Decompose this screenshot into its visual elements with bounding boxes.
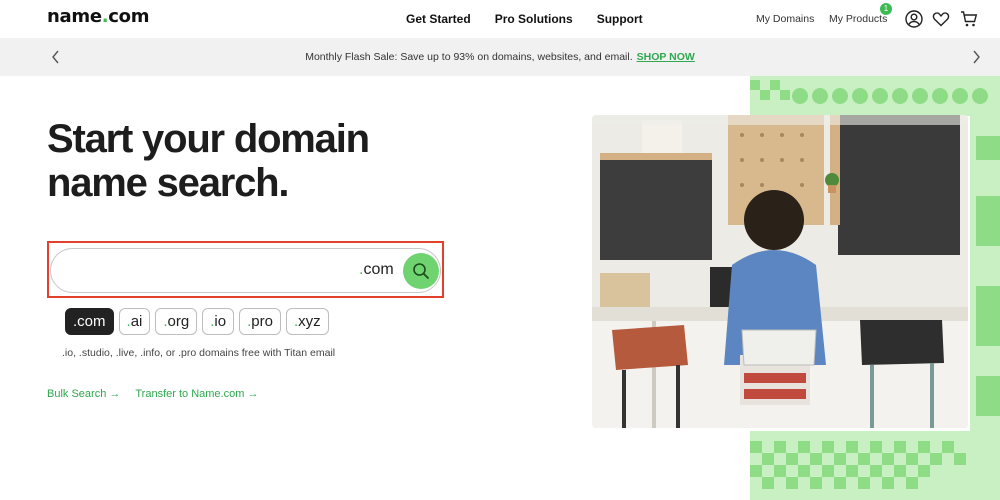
title-line-1: Start your domain — [47, 117, 370, 161]
page-title: Start your domain name search. — [47, 117, 370, 205]
top-header: name.com Get Started Pro Solutions Suppo… — [0, 0, 1000, 38]
bulk-search-link[interactable]: Bulk Search → — [47, 388, 120, 400]
tld-name: ai — [130, 313, 143, 330]
titan-email-note: .io, .studio, .live, .info, or .pro doma… — [62, 347, 336, 359]
tld-name: io — [214, 313, 227, 330]
secondary-links: Bulk Search → Transfer to Name.com → — [47, 388, 258, 400]
transfer-link[interactable]: Transfer to Name.com → — [135, 388, 258, 400]
page: name.com Get Started Pro Solutions Suppo… — [0, 0, 1000, 500]
search-button[interactable] — [403, 253, 439, 289]
tld-chip-com[interactable]: .com — [65, 308, 114, 335]
tld-name: pro — [251, 313, 273, 330]
workspace-photo — [592, 115, 968, 428]
tld-name: com — [77, 313, 106, 330]
tld-chip-ai[interactable]: .ai — [118, 308, 151, 335]
domain-search-box: .com — [50, 248, 441, 293]
search-icon — [413, 263, 429, 279]
products-count-badge: 1 — [880, 3, 892, 15]
suffix-tld: com — [363, 261, 394, 278]
tld-name: org — [167, 313, 190, 330]
promo-bar: Monthly Flash Sale: Save up to 93% on do… — [0, 38, 1000, 76]
tld-name: xyz — [298, 313, 321, 330]
nav-pro-solutions[interactable]: Pro Solutions — [495, 12, 573, 26]
heart-icon[interactable] — [932, 10, 950, 28]
cart-icon[interactable] — [960, 10, 978, 28]
tld-chip-row: .com .ai .org .io .pro .xyz — [65, 308, 329, 335]
logo-name: name — [47, 6, 102, 27]
my-products-link[interactable]: My Products — [829, 13, 887, 25]
chevron-right-icon[interactable] — [968, 47, 984, 67]
logo[interactable]: name.com — [47, 6, 149, 27]
main-nav: Get Started Pro Solutions Support — [406, 12, 643, 26]
domain-search-input[interactable] — [67, 261, 347, 281]
shop-now-link[interactable]: SHOP NOW — [637, 51, 695, 63]
account-icon[interactable] — [905, 10, 923, 28]
search-tld-suffix: .com — [359, 261, 394, 279]
my-domains-link[interactable]: My Domains — [756, 13, 814, 25]
tld-chip-xyz[interactable]: .xyz — [285, 308, 329, 335]
tld-chip-io[interactable]: .io — [202, 308, 235, 335]
search-highlight-frame: .com — [47, 241, 444, 298]
tld-chip-org[interactable]: .org — [155, 308, 198, 335]
tld-chip-pro[interactable]: .pro — [239, 308, 281, 335]
nav-support[interactable]: Support — [597, 12, 643, 26]
logo-tld: com — [108, 6, 150, 27]
woman-at-desk-image — [592, 115, 968, 428]
promo-message: Monthly Flash Sale: Save up to 93% on do… — [0, 51, 1000, 63]
promo-text: Monthly Flash Sale: Save up to 93% on do… — [305, 51, 633, 63]
nav-get-started[interactable]: Get Started — [406, 12, 471, 26]
title-line-2: name search. — [47, 161, 290, 205]
